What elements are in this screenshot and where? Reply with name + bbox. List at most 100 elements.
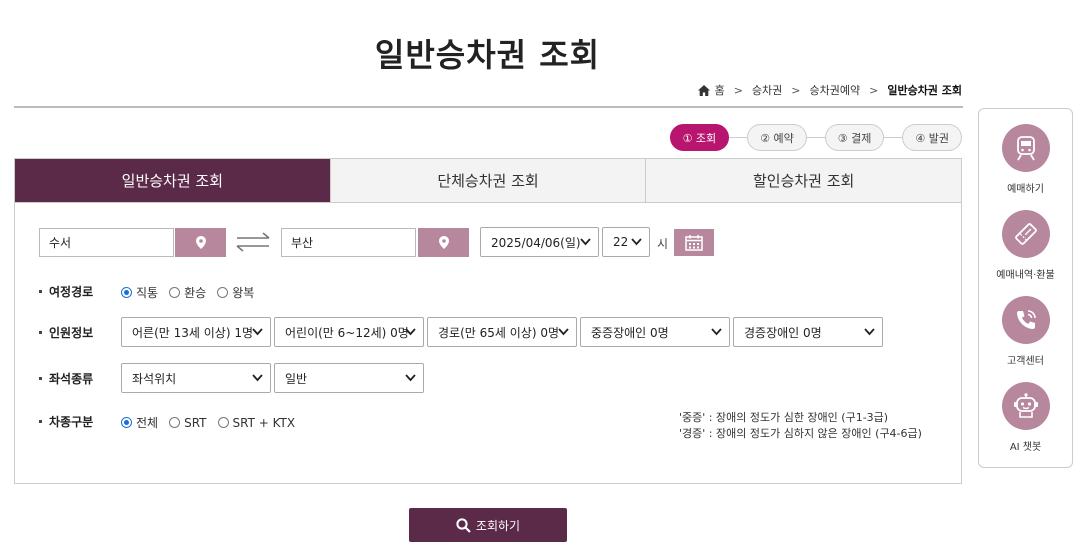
chevron-down-icon bbox=[252, 374, 263, 382]
tab-discount-ticket[interactable]: 할인승차권 조회 bbox=[646, 159, 962, 202]
arrival-station-input[interactable]: 부산 bbox=[281, 228, 416, 257]
seat-position-select[interactable]: 좌석위치 bbox=[121, 363, 271, 393]
quick-menu-customer-center[interactable]: 고객센터 bbox=[979, 296, 1072, 367]
trip-route-transfer-radio[interactable]: 환승 bbox=[169, 284, 206, 301]
map-pin-icon bbox=[195, 236, 206, 249]
quick-menu-label: 예매내역·환불 bbox=[996, 270, 1055, 281]
senior-count-select[interactable]: 경로(만 65세 이상) 0명 bbox=[427, 317, 577, 347]
breadcrumb-home[interactable]: 홈 bbox=[697, 82, 725, 98]
breadcrumb-current: 일반승차권 조회 bbox=[887, 84, 962, 97]
radio-label: 왕복 bbox=[232, 286, 255, 300]
step-search: ① 조회 bbox=[669, 124, 730, 151]
date-select[interactable]: 2025/04/06(일) bbox=[480, 227, 599, 257]
quick-menu-label: AI 챗봇 bbox=[1009, 442, 1042, 453]
quick-menu-ai-chatbot[interactable]: AI 챗봇 bbox=[979, 382, 1072, 453]
select-value: 어른(만 13세 이상) 1명 bbox=[132, 325, 253, 340]
departure-station-button[interactable] bbox=[175, 228, 226, 257]
radio-icon bbox=[169, 417, 181, 428]
quick-menu-label: 고객센터 bbox=[1007, 356, 1044, 367]
step-connector bbox=[884, 137, 903, 138]
passenger-label-text: 인원정보 bbox=[49, 326, 94, 340]
step-payment: ③ 결제 bbox=[824, 124, 885, 151]
chevron-right-icon: > bbox=[869, 83, 879, 97]
chevron-down-icon bbox=[864, 328, 875, 336]
select-value: 좌석위치 bbox=[132, 371, 177, 386]
chevron-down-icon bbox=[558, 328, 569, 336]
calendar-button[interactable] bbox=[674, 229, 714, 256]
radio-label: SRT bbox=[184, 415, 207, 430]
chevron-down-icon bbox=[405, 374, 416, 382]
radio-icon bbox=[121, 417, 132, 428]
ticket-tabs: 일반승차권 조회 단체승차권 조회 할인승차권 조회 bbox=[14, 158, 962, 202]
train-type-srt-radio[interactable]: SRT bbox=[169, 415, 207, 430]
breadcrumb: 홈 > 승차권 > 승차권예약 > 일반승차권 조회 bbox=[697, 82, 962, 98]
chevron-down-icon bbox=[631, 238, 642, 246]
step-reserve: ② 예약 bbox=[747, 124, 807, 151]
breadcrumb-item[interactable]: 승차권 bbox=[752, 82, 782, 98]
bullet-icon bbox=[39, 377, 42, 380]
breadcrumb-label: 홈 bbox=[714, 84, 725, 97]
tab-general-ticket[interactable]: 일반승차권 조회 bbox=[15, 159, 331, 202]
note-severe: '중증' : 장애의 정도가 심한 장애인 (구1-3급) bbox=[679, 411, 889, 424]
radio-label: 직통 bbox=[136, 286, 159, 300]
radio-icon bbox=[217, 287, 229, 298]
quick-menu-history-refund[interactable]: 예매내역·환불 bbox=[979, 210, 1072, 281]
breadcrumb-item[interactable]: 승차권예약 bbox=[810, 82, 861, 98]
chevron-down-icon bbox=[405, 328, 416, 336]
bullet-icon bbox=[39, 290, 42, 293]
radio-icon bbox=[121, 287, 132, 298]
mild-disabled-count-select[interactable]: 경증장애인 0명 bbox=[733, 317, 883, 347]
chevron-down-icon bbox=[711, 328, 722, 336]
departure-station-input[interactable]: 수서 bbox=[39, 228, 174, 257]
train-type-all-radio[interactable]: 전체 bbox=[121, 414, 158, 431]
calendar-icon bbox=[685, 234, 703, 251]
train-type-label-text: 차종구분 bbox=[49, 415, 94, 429]
train-type-label: 차종구분 bbox=[39, 413, 93, 430]
tab-group-ticket[interactable]: 단체승차권 조회 bbox=[330, 159, 647, 202]
chevron-down-icon bbox=[252, 328, 263, 336]
ticket-icon bbox=[1001, 210, 1050, 258]
select-value: 경로(만 65세 이상) 0명 bbox=[438, 325, 559, 340]
adult-count-select[interactable]: 어른(만 13세 이상) 1명 bbox=[121, 317, 271, 347]
home-icon bbox=[697, 84, 710, 96]
step-issue: ④ 발권 bbox=[902, 124, 962, 151]
title-divider bbox=[14, 106, 963, 108]
phone-icon bbox=[1001, 296, 1050, 344]
chatbot-icon bbox=[1001, 382, 1050, 430]
chevron-right-icon: > bbox=[733, 83, 743, 97]
date-select-value: 2025/04/06(일) bbox=[491, 235, 581, 250]
trip-route-roundtrip-radio[interactable]: 왕복 bbox=[217, 284, 254, 301]
progress-steps: ① 조회 ② 예약 ③ 결제 ④ 발권 bbox=[669, 124, 962, 151]
select-value: 어린이(만 6~12세) 0명 bbox=[285, 325, 409, 340]
train-type-options: 전체 SRT SRT + KTX bbox=[121, 414, 306, 431]
search-icon bbox=[456, 517, 471, 533]
radio-label: SRT + KTX bbox=[232, 415, 296, 430]
search-submit-button[interactable]: 조회하기 bbox=[409, 508, 567, 542]
train-type-srt-ktx-radio[interactable]: SRT + KTX bbox=[217, 415, 296, 430]
child-count-select[interactable]: 어린이(만 6~12세) 0명 bbox=[274, 317, 424, 347]
hour-unit-label: 시 bbox=[657, 237, 669, 251]
trip-route-label: 여정경로 bbox=[39, 283, 93, 300]
seat-class-select[interactable]: 일반 bbox=[274, 363, 424, 393]
seat-type-label-text: 좌석종류 bbox=[49, 372, 94, 386]
quick-menu-label: 예매하기 bbox=[1007, 184, 1044, 195]
bullet-icon bbox=[39, 420, 42, 423]
hour-select[interactable]: 22 bbox=[602, 227, 650, 257]
map-pin-icon bbox=[438, 236, 449, 249]
select-value: 경증장애인 0명 bbox=[744, 325, 822, 340]
radio-label: 환승 bbox=[184, 286, 207, 300]
trip-route-label-text: 여정경로 bbox=[49, 285, 94, 299]
train-icon bbox=[1001, 124, 1050, 172]
chevron-down-icon bbox=[580, 238, 591, 246]
step-connector bbox=[806, 137, 825, 138]
arrival-station-button[interactable] bbox=[418, 228, 469, 257]
quick-menu-reserve[interactable]: 예매하기 bbox=[979, 124, 1072, 195]
passenger-label: 인원정보 bbox=[39, 324, 93, 341]
search-panel: 수서 부산 2025/04/06(일) 22 시 여정경로 직통 환승 왕복 인… bbox=[14, 202, 962, 484]
radio-label: 전체 bbox=[136, 416, 159, 430]
severe-disabled-count-select[interactable]: 중증장애인 0명 bbox=[580, 317, 730, 347]
trip-route-direct-radio[interactable]: 직통 bbox=[121, 284, 158, 301]
chevron-right-icon: > bbox=[791, 83, 801, 97]
quick-menu: 예매하기 예매내역·환불 고객센터 AI 챗봇 bbox=[978, 108, 1073, 468]
swap-stations-icon[interactable] bbox=[236, 232, 270, 252]
